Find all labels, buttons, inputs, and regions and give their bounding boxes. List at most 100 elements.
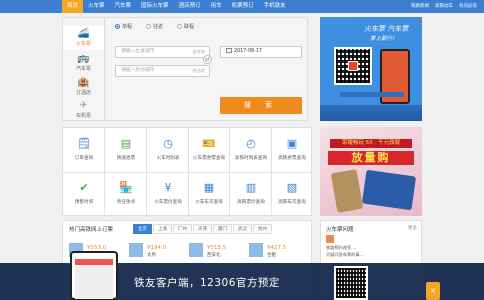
hotel-icon: 🏨 [77,77,90,88]
tab-city[interactable]: 北京 [133,224,152,234]
service-label: 火车票价查询 [154,200,182,205]
radio-dot [177,24,183,29]
city-tabs: 北京 上海 广州 天津 厦门 武汉 杭州 [133,224,273,234]
nav-highspeed-link[interactable]: 高铁动车 [432,0,456,13]
hsticket-icon: ▣ [286,137,298,150]
nav-train[interactable]: 火车票 [83,0,110,13]
radio-oneway[interactable]: 单程 [115,23,132,30]
tab-city[interactable]: 天津 [193,224,212,234]
tab-city[interactable]: 广州 [173,224,192,234]
tab-city[interactable]: 上海 [153,224,172,234]
faq-item[interactable]: 贝疑问答车票的事… [326,252,364,258]
radio-label: 往返 [153,24,164,30]
more-link[interactable]: 更多 [408,225,417,231]
route-price: ¥194.0 [147,245,167,251]
sidebar-item-label: 火车票 [75,41,91,47]
route-price: ¥427.5 [267,245,287,251]
close-banner-button[interactable]: × [426,282,440,300]
app-download-banner[interactable]: 铁友客户端，12306官方预定 × [0,251,484,300]
faq-item[interactable]: 铁路预约改签 … [326,245,357,251]
service-label: 高铁时刻表查询 [234,156,268,161]
route-dest: 西安北 [207,253,221,258]
trip-type-group: 单程 往返 联程 [115,23,194,30]
service-hs-no[interactable]: ▧ 高铁车次查询 [274,172,310,216]
price-icon: ¥ [164,181,172,194]
date-input[interactable]: 2017-08-17 [220,46,302,58]
radio-multi[interactable]: 联程 [177,23,194,30]
ticket-icon: 🎫 [202,137,216,150]
nav-hotel[interactable]: 酒店预订 [174,0,206,13]
sidebar-item-bus[interactable]: 🚌 汽车票 [63,51,104,75]
sidebar-item-hotel[interactable]: 🏨 订酒店 [63,75,104,99]
section-title: 热门高铁网上订票 [69,227,114,233]
service-timetable[interactable]: ◷ 火车时刻表 [150,128,186,172]
service-label: 预售时间 [74,200,94,205]
nav-right-links: 铁路新闻 高铁动车 有问必答 [408,0,480,13]
plane-icon: ✈ [79,100,88,111]
service-train-no[interactable]: ▦ 火车车次查询 [191,172,227,216]
banner-text: 铁友客户端，12306官方预定 [134,277,280,289]
nav-home[interactable]: 首页 [62,0,84,13]
service-label: 火车车次查询 [195,200,223,205]
hs-no-icon: ▧ [286,181,298,194]
swap-cities-button[interactable]: ⇄ [203,55,212,64]
tab-city[interactable]: 厦门 [213,224,232,234]
service-hs-price[interactable]: ▥ 高铁票价查询 [233,172,269,216]
app-qr-ad[interactable]: 火车票 汽车票 掌上都行！ [320,17,422,121]
to-city-tag: 到达地 [192,68,205,73]
nav-menu: 首页 火车票 汽车票 国际火车票 酒店预订 用车 机票预订 手机铁友 [62,0,291,13]
hs-price-icon: ▥ [245,181,257,194]
service-ticket-left[interactable]: 🎫 火车票余票查询 [191,128,227,172]
nav-mobile[interactable]: 手机铁友 [259,0,291,13]
sidebar-item-flight[interactable]: ✈ 买机票 [63,98,104,122]
faq-thumb [326,235,334,243]
tab-city[interactable]: 武汉 [233,224,252,234]
booking-sidebar: 🚄 火车票 🚌 汽车票 🏨 订酒店 ✈ 买机票 [62,17,105,121]
ad-title: 火车票 汽车票 [364,25,409,33]
to-city-placeholder: 请输入到达城市 [121,68,155,73]
nav-news-link[interactable]: 铁路新闻 [408,0,432,13]
radio-label: 联程 [184,24,195,30]
train-no-icon: ▦ [203,181,215,194]
promo-big-text: 放量购 [328,151,414,165]
route-price: ¥515.5 [207,245,227,251]
service-agency[interactable]: 🏪 责任免点 [108,172,144,216]
to-city-input[interactable]: 请输入到达城市 到达地 [115,65,210,77]
from-city-input[interactable]: 请输入出发城市 出发地 [115,46,210,58]
tab-city[interactable]: 杭州 [253,224,272,234]
service-presale[interactable]: ✔ 预售时间 [66,172,102,216]
train-icon: 🚄 [77,28,90,39]
service-label: 高铁余票查询 [278,156,306,161]
nav-qa-link[interactable]: 有问必答 [456,0,480,13]
phone-image [330,169,364,213]
route-thumb [249,243,263,257]
section-title: 火车票问题 [326,227,354,233]
service-label: 高铁票价查询 [237,200,265,205]
from-city-tag: 出发地 [192,49,205,54]
route-dest: 合肥 [267,253,276,258]
service-label: 火车时刻表 [156,156,180,161]
nav-car[interactable]: 用车 [206,0,227,13]
radio-roundtrip[interactable]: 往返 [146,23,163,30]
route-item[interactable]: ¥427.5 合肥 [249,243,303,259]
service-hs-ticket-left[interactable]: ▣ 高铁余票查询 [274,128,310,172]
service-hs-timetable[interactable]: ◴ 高铁时刻表查询 [233,128,269,172]
quick-services: 🗒 订单查询 ▤ 快速退票 ◷ 火车时刻表 🎫 火车票余票查询 ◴ 高铁时刻表查询 ▣ 高铁… [62,127,313,217]
phone-image [361,169,417,211]
agency-icon: 🏪 [119,181,133,194]
service-price[interactable]: ¥ 火车票价查询 [150,172,186,216]
sidebar-item-train[interactable]: 🚄 火车票 [63,26,104,50]
app-logo-icon [348,61,358,71]
search-button[interactable]: 搜 索 [220,97,302,114]
banner-qr-code [334,266,368,300]
route-item[interactable]: ¥194.0 太原 [129,243,183,259]
nav-intl-train[interactable]: 国际火车票 [136,0,174,13]
route-item[interactable]: ¥515.5 西安北 [189,243,243,259]
order-icon: 🗒 [77,137,91,150]
nav-bus[interactable]: 汽车票 [110,0,137,13]
phone-promo-ad[interactable]: 荣耀畅玩 6X · 千元旗舰 放量购 [320,127,422,216]
service-order[interactable]: 🗒 订单查询 [66,128,102,172]
train-illustration [320,105,422,121]
service-refund[interactable]: ▤ 快速退票 [108,128,144,172]
nav-flight[interactable]: 机票预订 [227,0,259,13]
